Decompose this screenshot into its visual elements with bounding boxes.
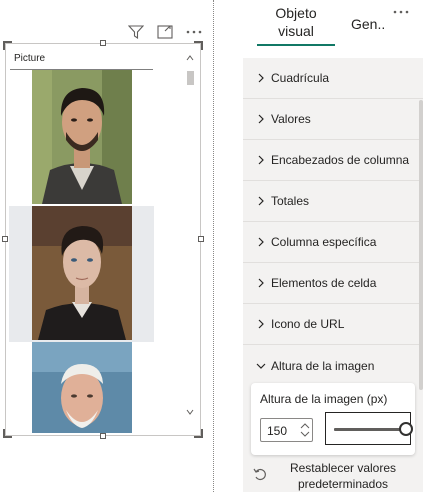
filter-icon[interactable] — [126, 22, 146, 42]
section-label: Totales — [271, 194, 310, 208]
resize-handle-top[interactable] — [100, 40, 106, 46]
format-sections: Cuadrícula Valores Encabezados de column… — [243, 58, 423, 386]
image-height-input[interactable]: 150 — [260, 418, 313, 442]
visual-header — [112, 22, 204, 42]
tab-objeto-visual[interactable]: Objeto visual — [257, 4, 335, 40]
focus-mode-icon[interactable] — [155, 22, 175, 42]
chevron-right-icon — [258, 319, 264, 329]
section-label: Icono de URL — [271, 317, 345, 331]
section-cuadricula[interactable]: Cuadrícula — [243, 58, 423, 99]
slider-track — [334, 428, 406, 431]
section-columna-especifica[interactable]: Columna específica — [243, 222, 423, 263]
slider-thumb[interactable] — [399, 422, 413, 436]
active-tab-indicator — [257, 44, 335, 46]
section-label: Encabezados de columna — [271, 153, 410, 167]
scroll-thumb[interactable] — [187, 71, 194, 85]
table-row — [9, 70, 154, 206]
section-altura-de-la-imagen[interactable]: Altura de la imagen — [243, 345, 423, 386]
chevron-right-icon — [258, 196, 264, 206]
report-canvas: Picture — [0, 0, 214, 492]
section-encabezados-de-columna[interactable]: Encabezados de columna — [243, 140, 423, 181]
portrait-photo-3 — [31, 342, 132, 433]
section-label: Cuadrícula — [271, 71, 330, 85]
pane-more-options-icon[interactable] — [392, 2, 410, 16]
tab-general[interactable]: Gen.. — [351, 15, 385, 33]
section-elementos-de-celda[interactable]: Elementos de celda — [243, 263, 423, 304]
image-height-label: Altura de la imagen (px) — [260, 392, 388, 406]
chevron-right-icon — [258, 73, 264, 83]
resize-handle-left[interactable] — [2, 236, 8, 242]
image-height-value: 150 — [267, 424, 288, 438]
chevron-right-icon — [258, 114, 264, 124]
more-options-icon[interactable] — [184, 22, 204, 42]
reset-defaults-button[interactable]: Restablecer valores predeterminados — [243, 459, 423, 492]
resize-handle-right[interactable] — [198, 236, 204, 242]
scroll-down-icon[interactable] — [185, 407, 195, 417]
section-totales[interactable]: Totales — [243, 181, 423, 222]
portrait-photo-1 — [31, 70, 132, 204]
section-icono-de-url[interactable]: Icono de URL — [243, 304, 423, 345]
resize-handle-bottom[interactable] — [100, 433, 106, 439]
image-height-slider[interactable] — [325, 412, 413, 445]
format-pane: Objeto visual Gen.. Cuadrícula Valores E… — [243, 0, 423, 492]
chevron-right-icon — [258, 237, 264, 247]
canvas-boundary — [213, 0, 214, 492]
table-row — [9, 342, 154, 433]
section-label: Elementos de celda — [271, 276, 377, 290]
table-scrollbar[interactable] — [184, 53, 194, 431]
section-label: Valores — [271, 112, 311, 126]
reset-icon — [253, 468, 266, 481]
image-height-card: Altura de la imagen (px) 150 — [251, 383, 415, 455]
chevron-right-icon — [258, 155, 264, 165]
chevron-down-icon — [256, 363, 266, 369]
section-label: Altura de la imagen — [271, 358, 375, 373]
section-valores[interactable]: Valores — [243, 99, 423, 140]
pane-scrollbar[interactable] — [419, 100, 423, 390]
chevron-right-icon — [258, 278, 264, 288]
spin-buttons-icon[interactable] — [299, 421, 311, 439]
reset-defaults-label: Restablecer valores predeterminados — [289, 461, 397, 491]
table-visual: Picture — [9, 47, 196, 433]
table-row — [9, 206, 154, 342]
scroll-up-icon[interactable] — [185, 53, 195, 63]
column-header-picture[interactable]: Picture — [10, 49, 153, 70]
section-label: Columna específica — [271, 235, 377, 249]
format-pane-tabs: Objeto visual Gen.. — [243, 0, 423, 58]
portrait-photo-2 — [31, 206, 132, 340]
